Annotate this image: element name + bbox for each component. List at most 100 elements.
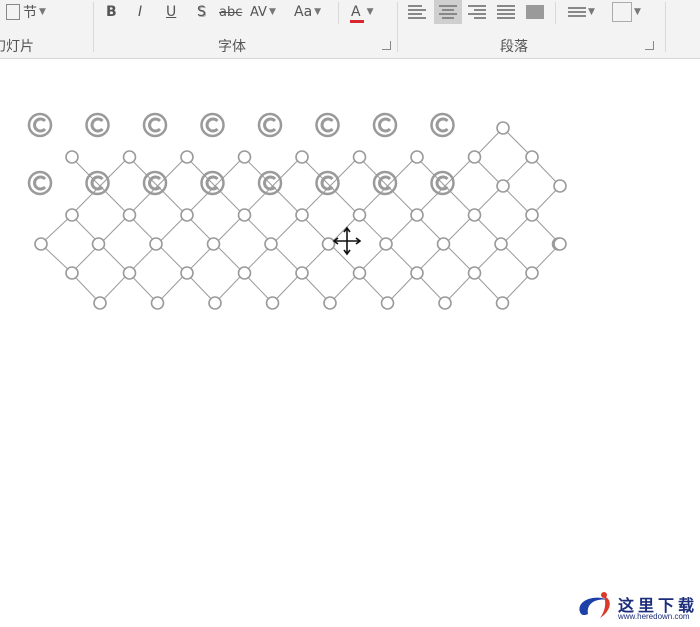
divider — [555, 2, 556, 24]
lattice-node — [352, 208, 367, 222]
lattice-node — [553, 179, 567, 193]
align-center-icon — [439, 5, 457, 19]
smartart-button[interactable]: ▼ — [612, 0, 641, 24]
change-case-label: Aa — [294, 4, 313, 20]
text-direction-icon — [568, 5, 586, 19]
lattice-node — [379, 237, 393, 251]
lattice-node — [91, 237, 106, 251]
c-symbol-ring — [27, 170, 53, 196]
lattice-node — [150, 296, 165, 310]
c-symbol-ring — [200, 112, 225, 138]
lattice-node — [206, 237, 221, 251]
font-dialog-launcher-icon[interactable] — [382, 41, 391, 50]
smartart-icon — [612, 2, 632, 22]
c-symbol-letter — [435, 117, 449, 133]
lattice-diagram[interactable] — [0, 60, 700, 380]
c-symbol-letter — [33, 175, 47, 191]
slides-group-label: 幻灯片 — [0, 39, 34, 55]
lattice-node — [180, 150, 194, 164]
font-group-label: 字体 — [218, 39, 246, 55]
chevron-down-icon: ▼ — [268, 7, 276, 17]
c-symbol-ring — [430, 112, 455, 138]
watermark-url: www.heredown.com — [618, 612, 690, 621]
character-spacing-button[interactable]: AV ▼ — [250, 0, 276, 24]
group-divider — [665, 2, 666, 52]
lattice-node — [264, 237, 278, 251]
align-right-icon — [468, 5, 486, 19]
italic-button[interactable]: I — [138, 0, 142, 24]
lattice-node — [553, 237, 567, 251]
font-color-label: A — [351, 4, 361, 20]
lattice-node — [149, 237, 163, 251]
lattice-node — [496, 121, 510, 135]
lattice-node — [380, 296, 395, 310]
paragraph-group-label: 段落 — [500, 39, 528, 55]
align-left-icon — [408, 5, 426, 19]
chevron-down-icon: ▼ — [314, 7, 322, 17]
section-icon — [6, 4, 20, 20]
lattice-node — [525, 266, 539, 280]
change-case-button[interactable]: Aa ▼ — [294, 0, 321, 24]
c-symbol-letter — [205, 117, 219, 133]
c-symbol-ring — [142, 112, 168, 138]
font-color-button[interactable]: A ▼ — [350, 0, 374, 24]
lattice-node — [237, 266, 252, 280]
lattice-node — [65, 208, 79, 222]
c-symbol-ring — [257, 112, 283, 138]
lattice-node — [467, 150, 482, 164]
lattice-node — [295, 150, 309, 164]
c-symbol-letter — [263, 117, 277, 133]
c-symbol-ring — [372, 112, 398, 138]
underline-button[interactable]: U — [166, 0, 176, 24]
strikethrough-button[interactable]: abc — [219, 0, 242, 24]
group-divider — [93, 2, 94, 52]
lattice-node — [34, 237, 48, 251]
columns-button[interactable] — [526, 0, 544, 24]
section-label: 节 — [23, 5, 37, 21]
c-symbol-letter — [90, 117, 104, 133]
lattice-node — [323, 296, 337, 310]
lattice-node — [180, 208, 194, 222]
lattice-node — [467, 208, 482, 222]
lattice-node — [65, 266, 79, 280]
chevron-down-icon: ▼ — [588, 7, 595, 17]
lattice-node — [436, 237, 451, 251]
c-symbol-letter — [148, 117, 162, 133]
c-symbol-ring — [27, 112, 53, 138]
section-button[interactable]: 节 ▼ — [6, 0, 46, 24]
group-divider — [397, 2, 398, 52]
shadow-button[interactable]: S — [197, 0, 206, 24]
lattice-node — [410, 150, 424, 164]
lattice-node — [467, 266, 482, 280]
divider — [338, 2, 339, 24]
lattice-node — [410, 208, 424, 222]
lattice-node — [525, 208, 539, 222]
lattice-node — [495, 296, 510, 310]
font-color-icon: A — [350, 4, 364, 23]
character-spacing-label: AV — [250, 4, 267, 20]
align-right-button[interactable] — [468, 0, 486, 24]
align-left-button[interactable] — [408, 0, 426, 24]
c-symbol-ring — [315, 112, 340, 138]
bold-button[interactable]: B — [106, 0, 117, 24]
lattice-node — [122, 150, 137, 164]
lattice-node — [438, 296, 452, 310]
lattice-node — [410, 266, 424, 280]
ribbon: 节 ▼ 幻灯片 B I U S abc AV ▼ Aa ▼ A ▼ 字体 — [0, 0, 700, 59]
columns-icon — [526, 5, 544, 19]
lattice-node — [525, 150, 539, 164]
paragraph-dialog-launcher-icon[interactable] — [645, 41, 654, 50]
c-symbol-letter — [33, 117, 47, 133]
watermark-logo-icon — [579, 592, 610, 618]
chevron-down-icon: ▼ — [39, 7, 46, 17]
justify-button[interactable] — [497, 0, 515, 24]
chevron-down-icon: ▼ — [634, 7, 641, 17]
lattice-node — [237, 150, 252, 164]
text-direction-button[interactable]: ▼ — [568, 0, 595, 24]
align-center-button[interactable] — [434, 0, 462, 24]
lattice-node — [265, 296, 280, 310]
c-symbol-ring — [85, 112, 110, 138]
lattice-node — [237, 208, 252, 222]
lattice-node — [321, 237, 336, 251]
c-symbol-letter — [378, 117, 392, 133]
